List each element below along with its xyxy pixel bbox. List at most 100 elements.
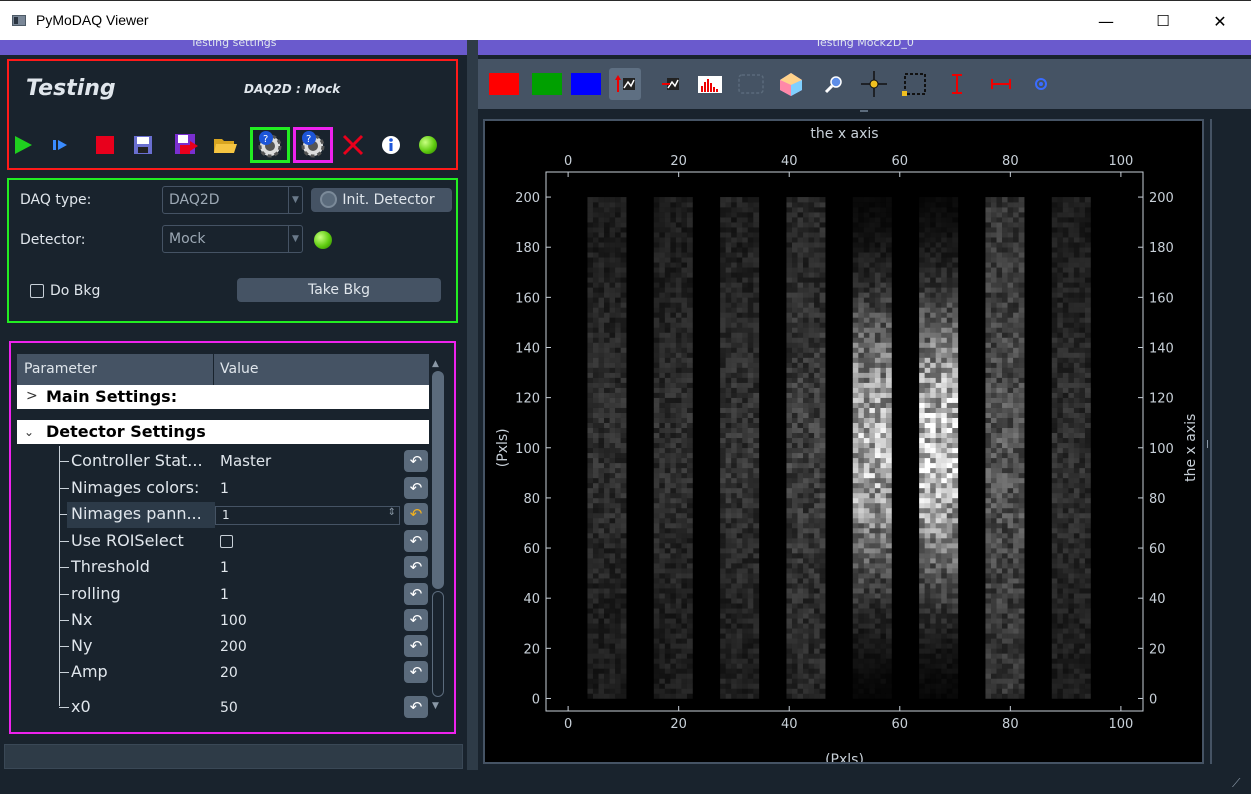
y-tick-label: 0 — [1149, 692, 1157, 707]
y-tick-label: 140 — [1149, 341, 1174, 356]
tree-row[interactable]: Ny 200 ↶ — [17, 634, 429, 660]
image-plot[interactable]: 0 0 20 20 40 40 60 60 80 80 100 100 0 0 20 20 40 40 60 60 80… — [485, 121, 1202, 768]
init-detector-button[interactable]: Init. Detector — [311, 188, 452, 212]
plot-widget[interactable]: 0 0 20 20 40 40 60 60 80 80 100 100 0 0 20 20 40 40 60 60 80… — [483, 119, 1204, 768]
side-handle[interactable] — [1207, 440, 1208, 448]
aspect-ratio-icon[interactable] — [899, 68, 931, 100]
daq-type-label: DAQ type: — [20, 192, 92, 208]
detector-select[interactable]: Mock ▼ — [162, 225, 303, 253]
image-band — [852, 197, 892, 699]
reset-icon[interactable]: ↶ — [404, 661, 428, 683]
x-tick-label: 20 — [670, 154, 687, 169]
take-bkg-button[interactable]: Take Bkg — [237, 278, 441, 302]
y-tick-label: 20 — [1149, 642, 1166, 657]
splitter[interactable] — [467, 40, 478, 770]
save-new-icon[interactable] — [171, 127, 201, 163]
reset-icon[interactable]: ↶ — [404, 477, 428, 499]
y-tick-label: 20 — [523, 642, 540, 657]
reset-icon[interactable]: ↶ — [404, 609, 428, 631]
x-tick-label: 20 — [670, 717, 687, 732]
y-tick-label: 60 — [1149, 542, 1166, 557]
reset-icon[interactable]: ↶ — [404, 503, 428, 525]
reset-icon[interactable]: ↶ — [404, 696, 428, 718]
settings-advanced-icon[interactable]: ? — [293, 127, 333, 163]
save-current-icon[interactable] — [128, 127, 158, 163]
reset-icon[interactable]: ↶ — [404, 635, 428, 657]
scale-image-icon[interactable] — [653, 68, 685, 100]
left-axis-title: (Pxls) — [495, 428, 511, 467]
green-channel-toggle[interactable] — [530, 68, 564, 100]
scrollbar-thumb[interactable] — [432, 371, 444, 589]
isocurve-icon[interactable] — [775, 68, 807, 100]
tree-row[interactable]: Nx 100 ↶ — [17, 608, 429, 634]
tree-row[interactable]: Nimages colors: 1 ↶ — [17, 476, 429, 502]
open-folder-icon[interactable] — [210, 127, 240, 163]
use-roiselect-checkbox[interactable] — [220, 535, 233, 548]
resize-grip-icon[interactable]: ⟋ — [1232, 776, 1240, 791]
x-tick-label: 100 — [1108, 717, 1133, 732]
y-crosshair-icon[interactable] — [941, 68, 973, 100]
daq-type-select[interactable]: DAQ2D ▼ — [162, 186, 303, 214]
reset-icon[interactable]: ↶ — [404, 530, 428, 552]
x-tick-label: 0 — [564, 717, 572, 732]
tree-row[interactable]: rolling 1 ↶ — [17, 582, 429, 608]
tree-row[interactable]: x0 50 ↶ — [17, 695, 429, 721]
tree-row[interactable]: Controller Stat... Master ↶ — [17, 449, 429, 475]
image-band — [919, 197, 959, 699]
tree-row[interactable]: Nimages pann... 1 ⇕ ↶ — [17, 502, 429, 528]
parameter-column-header: Parameter — [24, 361, 97, 377]
nimages-pann-spinbox[interactable]: 1 ⇕ — [215, 506, 400, 525]
y-tick-label: 160 — [1149, 291, 1174, 306]
chevron-right-icon: > — [26, 388, 38, 404]
main-settings-group[interactable]: > Main Settings: — [17, 385, 429, 409]
y-tick-label: 160 — [515, 291, 540, 306]
window-titlebar: PyMoDAQ Viewer — ☐ ✕ — [0, 0, 1251, 40]
tree-row[interactable]: Use ROISelect ↶ — [17, 529, 429, 555]
y-tick-label: 0 — [532, 692, 540, 707]
spread-icon[interactable] — [609, 68, 641, 100]
scroll-down-icon[interactable]: ▼ — [432, 701, 439, 711]
value-column-header: Value — [220, 361, 259, 377]
maximize-button[interactable]: ☐ — [1140, 1, 1186, 41]
x-tick-label: 100 — [1108, 154, 1133, 169]
detector-name: Testing — [26, 76, 116, 101]
chevron-down-icon: ⌄ — [24, 425, 35, 439]
info-icon[interactable] — [376, 127, 406, 163]
blue-channel-toggle[interactable] — [569, 68, 603, 100]
svg-text:?: ? — [263, 134, 268, 145]
image-band — [587, 197, 627, 699]
reset-icon[interactable]: ↶ — [404, 556, 428, 578]
detector-settings-group[interactable]: ⌄ Detector Settings — [17, 420, 429, 444]
zoom-icon[interactable] — [818, 68, 850, 100]
lineout-icon[interactable] — [1025, 68, 1057, 100]
spin-arrows-icon[interactable]: ⇕ — [388, 507, 396, 518]
quit-icon[interactable] — [338, 127, 368, 163]
init-status-led — [314, 231, 332, 249]
grab-play-icon[interactable] — [8, 127, 38, 163]
scroll-up-icon[interactable]: ▲ — [432, 359, 439, 369]
y-tick-label: 120 — [515, 392, 540, 407]
x-tick-label: 40 — [781, 154, 798, 169]
minimize-button[interactable]: — — [1083, 1, 1129, 41]
roi-icon[interactable] — [735, 68, 767, 100]
image-band — [786, 197, 826, 699]
stop-icon[interactable] — [90, 127, 120, 163]
red-channel-toggle[interactable] — [487, 68, 521, 100]
x-tick-label: 80 — [1002, 154, 1019, 169]
close-button[interactable]: ✕ — [1197, 1, 1243, 41]
histogram-icon[interactable] — [694, 68, 726, 100]
reset-icon[interactable]: ↶ — [404, 583, 428, 605]
single-shot-icon[interactable] — [45, 127, 75, 163]
tree-header: Parameter Value — [17, 354, 429, 385]
reset-icon[interactable]: ↶ — [404, 450, 428, 472]
tree-row[interactable]: Threshold 1 ↶ — [17, 555, 429, 581]
x-crosshair-icon[interactable] — [985, 68, 1017, 100]
tree-row[interactable]: Amp 20 ↶ — [17, 660, 429, 686]
window-title: PyMoDAQ Viewer — [36, 12, 149, 28]
x-tick-label: 0 — [564, 154, 572, 169]
settings-help-icon[interactable]: ? — [250, 127, 290, 163]
crosshair-icon[interactable] — [858, 68, 890, 100]
toolbar-handle[interactable] — [860, 110, 868, 112]
x-tick-label: 80 — [1002, 717, 1019, 732]
do-bkg-checkbox[interactable] — [30, 284, 44, 298]
